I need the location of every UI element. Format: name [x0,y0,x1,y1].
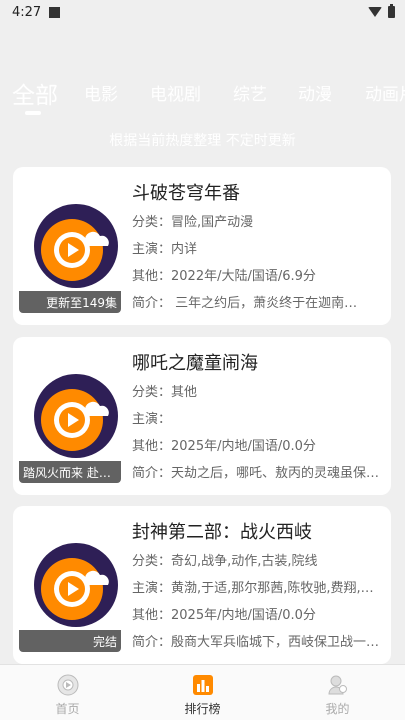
card-cast: 主演：黄渤,于适,那尔那茜,陈牧驰,费翔,… [132,581,374,596]
card-cast: 主演：内详 [132,242,198,257]
card-category: 分类：奇幻,战争,动作,古装,院线 [132,554,318,569]
card-intro: 简介： 三年之约后，萧炎终于在迦南… [132,296,358,311]
card-intro: 简介：天劫之后，哪吒、敖丙的灵魂虽保… [132,466,380,481]
tab-anime[interactable]: 动漫 [298,80,332,105]
episode-badge: 更新至149集 [19,291,121,313]
ranking-card[interactable]: 完结 封神第二部：战火西岐 分类：奇幻,战争,动作,古装,院线 主演：黄渤,于适… [13,506,391,664]
active-tab-indicator [25,111,41,115]
nav-profile-label: 我的 [325,702,350,716]
battery-icon [388,4,395,18]
tab-variety[interactable]: 综艺 [233,80,267,105]
ranking-card[interactable]: 踏风火而来 赴… 哪吒之魔童闹海 分类：其他 主演： 其他：2025年/内地/国… [13,337,391,495]
card-category: 分类：其他 [132,385,198,400]
nav-home-label: 首页 [55,702,80,716]
ranking-card[interactable]: 更新至149集 斗破苍穹年番 分类：冒险,国产动漫 主演：内详 其他：2022年… [13,167,391,325]
episode-badge: 踏风火而来 赴… [19,461,121,483]
card-other: 其他：2025年/内地/国语/0.0分 [132,439,316,454]
tab-cartoon[interactable]: 动画片 [365,80,405,105]
card-category: 分类：冒险,国产动漫 [132,215,254,230]
episode-badge: 完结 [19,630,121,652]
nav-home[interactable]: 首页 [0,665,135,720]
status-time: 4:27 [12,4,42,20]
card-cast: 主演： [132,412,172,427]
card-title: 哪吒之魔童闹海 [132,353,258,374]
card-intro: 简介：殷商大军兵临城下，西岐保卫战一… [132,635,380,650]
poster-thumbnail[interactable]: 踏风火而来 赴… [19,363,121,483]
nav-profile[interactable]: 我的 [270,665,405,720]
poster-thumbnail[interactable]: 完结 [19,532,121,652]
card-other: 其他：2022年/大陆/国语/6.9分 [132,269,316,284]
app-logo-icon [34,374,118,458]
home-icon [57,674,78,696]
tab-all[interactable]: 全部 [12,76,58,110]
bottom-navigation: 首页 排行榜 我的 [0,664,405,720]
tab-movie[interactable]: 电影 [84,80,118,105]
tab-tv-series[interactable]: 电视剧 [150,80,201,105]
nav-ranking[interactable]: 排行榜 [135,665,270,720]
wifi-icon [368,7,382,17]
card-other: 其他：2025年/内地/国语/0.0分 [132,608,316,623]
app-logo-icon [34,204,118,288]
card-title: 封神第二部：战火西岐 [132,522,312,543]
poster-thumbnail[interactable]: 更新至149集 [19,193,121,313]
chart-icon [192,675,213,695]
notification-icon [49,6,61,18]
nav-ranking-label: 排行榜 [184,702,221,716]
status-bar: 4:27 [0,0,405,24]
ranking-subtitle: 根据当前热度整理 不定时更新 [109,133,296,149]
profile-icon [327,675,347,695]
category-tabs: 全部 电影 电视剧 综艺 动漫 动画片 [0,72,405,112]
card-title: 斗破苍穹年番 [132,183,240,204]
app-logo-icon [34,543,118,627]
